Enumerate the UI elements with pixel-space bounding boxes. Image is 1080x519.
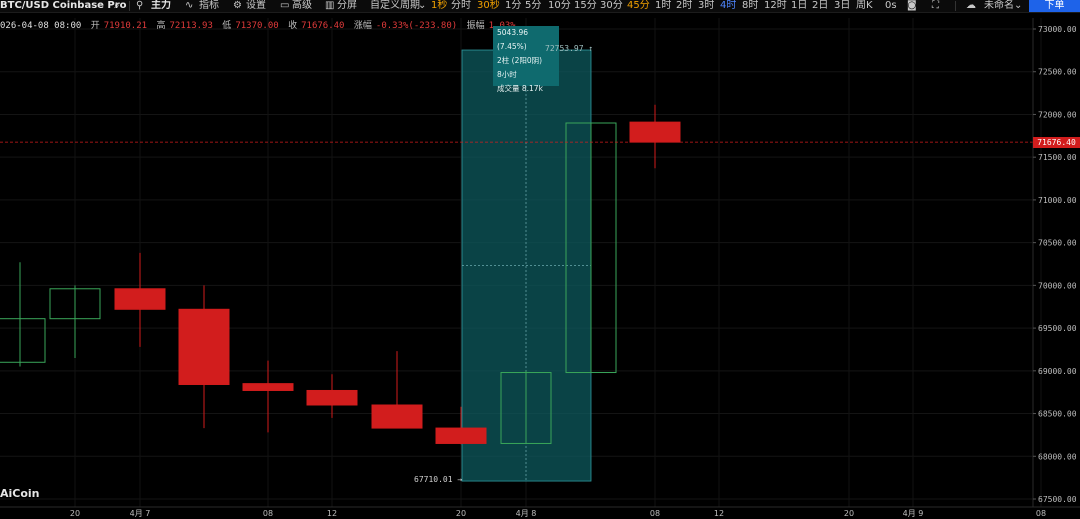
period-1d[interactable]: 1日 xyxy=(791,0,807,12)
period-3d[interactable]: 3日 xyxy=(834,0,850,12)
period-15m[interactable]: 15分 xyxy=(574,0,597,12)
period-week[interactable]: 周K xyxy=(856,0,873,12)
search-icon[interactable]: ⌕ xyxy=(114,0,120,12)
chevron-down-icon[interactable]: ⌄ xyxy=(418,0,426,12)
period-5m[interactable]: 5分 xyxy=(525,0,541,12)
period-0s[interactable]: 0s xyxy=(885,0,897,12)
chevron-down-icon[interactable]: ⌄ xyxy=(1014,0,1022,12)
price-tick-label: 68500.00 xyxy=(1038,410,1077,419)
period-2d[interactable]: 2日 xyxy=(812,0,828,12)
time-tick-label: 20 xyxy=(456,509,466,518)
indicator-icon: ∿ xyxy=(185,0,194,11)
current-price-tag: 71676.40 xyxy=(1033,137,1080,148)
time-tick-label: 4月 8 xyxy=(516,509,537,518)
candle-down xyxy=(629,121,681,143)
measure-tooltip: 5043.96 (7.45%) 2柱 (2阳0阴) 8小时 成交量 8.17k xyxy=(493,26,559,93)
high-label: 高 xyxy=(156,21,166,31)
ohlc-bar: 026-04-08 08:00 开 71910.21 高 72113.93 低 713… xyxy=(0,18,520,31)
tooltip-duration: 8小时 xyxy=(497,70,517,79)
period-4h[interactable]: 4时 xyxy=(720,0,736,12)
candle-down xyxy=(242,383,294,391)
price-tick-label: 72500.00 xyxy=(1038,68,1077,77)
candle-down xyxy=(435,427,487,444)
price-tick-label: 71500.00 xyxy=(1038,153,1077,162)
period-3h[interactable]: 3时 xyxy=(698,0,714,12)
toolbar: BTC/USD Coinbase Pro ⌕ ⚲ 主力 ∿ 指标 ⚙ 设置 ▭ … xyxy=(0,0,1080,13)
layout-name-button[interactable]: 未命名 xyxy=(984,0,1014,12)
indicators-button[interactable]: 指标 xyxy=(199,0,219,12)
tooltip-bars: 2柱 (2阳0阴) xyxy=(497,56,543,65)
period-line[interactable]: 分时 xyxy=(451,0,471,12)
low-label: 低 xyxy=(222,21,232,31)
price-tick-label: 68000.00 xyxy=(1038,452,1077,461)
time-tick-label: 08 xyxy=(650,509,660,518)
time-tick-label: 08 xyxy=(263,509,273,518)
advanced-button[interactable]: 高级 xyxy=(292,0,312,12)
cloud-icon: ☁ xyxy=(966,0,976,11)
open-label: 开 xyxy=(90,21,100,31)
split-icon: ▥ xyxy=(325,0,335,11)
period-2h[interactable]: 2时 xyxy=(676,0,692,12)
range-high-label: 72753.97 ↑ xyxy=(545,44,594,53)
time-tick-label: 4月 7 xyxy=(130,509,151,518)
candle-down xyxy=(371,404,423,429)
gear-icon: ⚙ xyxy=(233,0,242,11)
time-tick-label: 12 xyxy=(714,509,724,518)
symbol-name[interactable]: BTC/USD Coinbase Pro xyxy=(0,0,127,12)
change-label: 涨幅 xyxy=(353,21,372,31)
candle-down xyxy=(114,288,166,310)
price-tick-label: 69000.00 xyxy=(1038,367,1077,376)
price-tick-label: 72000.00 xyxy=(1038,110,1077,119)
close-label: 收 xyxy=(288,21,298,31)
high-value: 72113.93 xyxy=(169,21,213,31)
main-indicator-icon: ⚲ xyxy=(136,0,144,11)
tooltip-volume: 成交量 8.17k xyxy=(497,84,543,93)
close-value: 71676.40 xyxy=(301,21,345,31)
settings-button[interactable]: 设置 xyxy=(246,0,266,12)
time-tick-label: 20 xyxy=(844,509,854,518)
amplitude-label: 振幅 xyxy=(466,21,485,31)
period-1s[interactable]: 1秒 xyxy=(431,0,447,12)
time-tick-label: 08 xyxy=(1036,509,1046,518)
low-value: 71370.00 xyxy=(235,21,279,31)
ohlc-datetime: 026-04-08 08:00 xyxy=(0,21,82,31)
price-tick-label: 70000.00 xyxy=(1038,281,1077,290)
main-indicator-button[interactable]: 主力 xyxy=(151,0,171,12)
price-tick-label: 70500.00 xyxy=(1038,239,1077,248)
price-tick-label: 67500.00 xyxy=(1038,495,1077,504)
fullscreen-icon[interactable]: ⛶ xyxy=(932,0,939,12)
period-45m[interactable]: 45分 xyxy=(627,0,650,12)
period-30s[interactable]: 30秒 xyxy=(477,0,500,12)
camera-icon[interactable]: ◙ xyxy=(907,0,917,12)
candle-up xyxy=(0,318,46,363)
period-1h[interactable]: 1时 xyxy=(655,0,671,12)
range-low-label: 67710.01 → xyxy=(414,475,463,484)
time-tick-label: 20 xyxy=(70,509,80,518)
candle-down xyxy=(306,389,358,406)
time-tick-label: 4月 9 xyxy=(903,509,924,518)
period-12h[interactable]: 12时 xyxy=(764,0,787,12)
order-button[interactable]: 下单 xyxy=(1029,0,1080,12)
candle-down xyxy=(178,308,230,385)
custom-period-button[interactable]: 自定义周期 xyxy=(370,0,420,12)
open-value: 71910.21 xyxy=(103,21,148,31)
price-tick-label: 73000.00 xyxy=(1038,25,1077,34)
price-tick-label: 69500.00 xyxy=(1038,324,1077,333)
period-30m[interactable]: 30分 xyxy=(600,0,623,12)
period-10m[interactable]: 10分 xyxy=(548,0,571,12)
period-1m[interactable]: 1分 xyxy=(505,0,521,12)
price-tick-label: 71000.00 xyxy=(1038,196,1077,205)
period-8h[interactable]: 8时 xyxy=(742,0,758,12)
advanced-icon: ▭ xyxy=(280,0,290,11)
split-screen-button[interactable]: 分屏 xyxy=(337,0,357,12)
change-value: -0.33%(-233.80) xyxy=(375,21,458,31)
time-tick-label: 12 xyxy=(327,509,337,518)
aicoin-logo: AiCoin xyxy=(0,487,40,500)
